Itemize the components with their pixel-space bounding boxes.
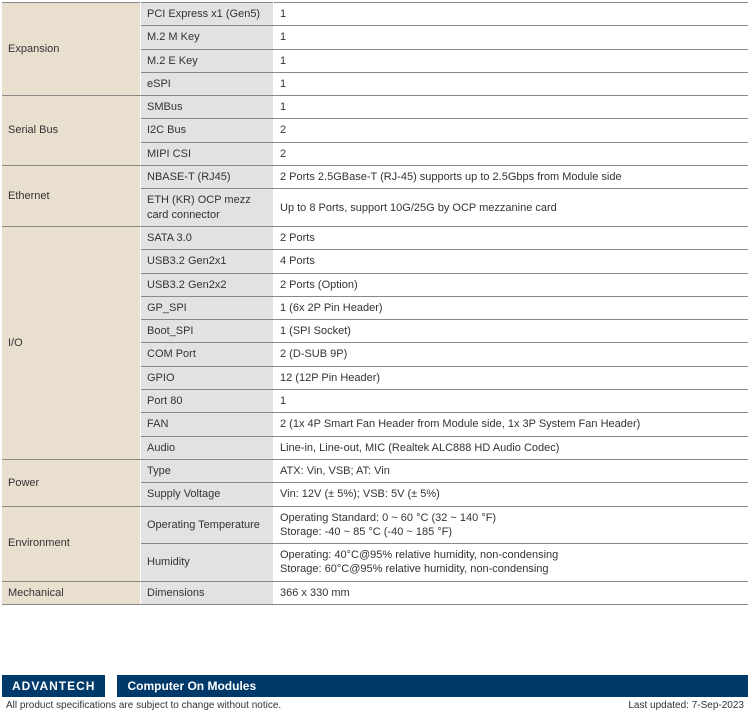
- subcategory-cell: I2C Bus: [141, 119, 274, 142]
- subcategory-cell: Port 80: [141, 390, 274, 413]
- value-cell: Operating: 40°C@95% relative humidity, n…: [274, 544, 749, 582]
- subcategory-cell: NBASE-T (RJ45): [141, 166, 274, 189]
- value-cell: 1 (SPI Socket): [274, 320, 749, 343]
- value-cell: Line-in, Line-out, MIC (Realtek ALC888 H…: [274, 436, 749, 459]
- table-row: ExpansionPCI Express x1 (Gen5)1: [2, 3, 748, 26]
- value-cell: 1: [274, 26, 749, 49]
- subcategory-cell: COM Port: [141, 343, 274, 366]
- subcategory-cell: Boot_SPI: [141, 320, 274, 343]
- footer-updated: Last updated: 7-Sep-2023: [628, 700, 744, 711]
- category-cell: Ethernet: [2, 166, 141, 227]
- subcategory-cell: Operating Temperature: [141, 506, 274, 544]
- subcategory-cell: M.2 E Key: [141, 49, 274, 72]
- value-cell: ATX: Vin, VSB; AT: Vin: [274, 459, 749, 482]
- subcategory-cell: PCI Express x1 (Gen5): [141, 3, 274, 26]
- subcategory-cell: FAN: [141, 413, 274, 436]
- subcategory-cell: GPIO: [141, 366, 274, 389]
- value-cell: 2 (1x 4P Smart Fan Header from Module si…: [274, 413, 749, 436]
- subcategory-cell: SMBus: [141, 96, 274, 119]
- subcategory-cell: Supply Voltage: [141, 483, 274, 506]
- subcategory-cell: GP_SPI: [141, 296, 274, 319]
- table-row: EnvironmentOperating TemperatureOperatin…: [2, 506, 748, 544]
- value-cell: 2 Ports: [274, 226, 749, 249]
- value-cell: 2: [274, 142, 749, 165]
- value-cell: 366 x 330 mm: [274, 581, 749, 604]
- category-cell: Environment: [2, 506, 141, 581]
- footer-tagline: Computer On Modules: [117, 675, 748, 697]
- subcategory-cell: Dimensions: [141, 581, 274, 604]
- spec-table: ExpansionPCI Express x1 (Gen5)1M.2 M Key…: [2, 2, 748, 605]
- subcategory-cell: ETH (KR) OCP mezz card connector: [141, 189, 274, 227]
- subcategory-cell: eSPI: [141, 72, 274, 95]
- subcategory-cell: Audio: [141, 436, 274, 459]
- table-row: Serial BusSMBus1: [2, 96, 748, 119]
- value-cell: 2 (D-SUB 9P): [274, 343, 749, 366]
- brand-logo: ADVANTECH: [2, 675, 105, 697]
- table-row: MechanicalDimensions366 x 330 mm: [2, 581, 748, 604]
- value-cell: 1: [274, 3, 749, 26]
- value-cell: 2: [274, 119, 749, 142]
- value-cell: 2 Ports (Option): [274, 273, 749, 296]
- category-cell: Serial Bus: [2, 96, 141, 166]
- subcategory-cell: M.2 M Key: [141, 26, 274, 49]
- value-cell: Operating Standard: 0 ~ 60 °C (32 ~ 140 …: [274, 506, 749, 544]
- table-row: EthernetNBASE-T (RJ45)2 Ports 2.5GBase-T…: [2, 166, 748, 189]
- category-cell: I/O: [2, 226, 141, 459]
- category-cell: Power: [2, 459, 141, 506]
- subcategory-cell: USB3.2 Gen2x1: [141, 250, 274, 273]
- table-row: I/OSATA 3.02 Ports: [2, 226, 748, 249]
- value-cell: 1: [274, 49, 749, 72]
- subcategory-cell: USB3.2 Gen2x2: [141, 273, 274, 296]
- footer-bar: ADVANTECH Computer On Modules: [2, 675, 748, 697]
- value-cell: 1: [274, 390, 749, 413]
- footer-disclaimer: All product specifications are subject t…: [6, 700, 281, 711]
- subcategory-cell: Humidity: [141, 544, 274, 582]
- value-cell: Vin: 12V (± 5%); VSB: 5V (± 5%): [274, 483, 749, 506]
- category-cell: Expansion: [2, 3, 141, 96]
- value-cell: 12 (12P Pin Header): [274, 366, 749, 389]
- value-cell: 4 Ports: [274, 250, 749, 273]
- table-row: PowerTypeATX: Vin, VSB; AT: Vin: [2, 459, 748, 482]
- subcategory-cell: MIPI CSI: [141, 142, 274, 165]
- value-cell: 1: [274, 72, 749, 95]
- value-cell: 2 Ports 2.5GBase-T (RJ-45) supports up t…: [274, 166, 749, 189]
- value-cell: 1 (6x 2P Pin Header): [274, 296, 749, 319]
- category-cell: Mechanical: [2, 581, 141, 604]
- subcategory-cell: SATA 3.0: [141, 226, 274, 249]
- value-cell: Up to 8 Ports, support 10G/25G by OCP me…: [274, 189, 749, 227]
- value-cell: 1: [274, 96, 749, 119]
- subcategory-cell: Type: [141, 459, 274, 482]
